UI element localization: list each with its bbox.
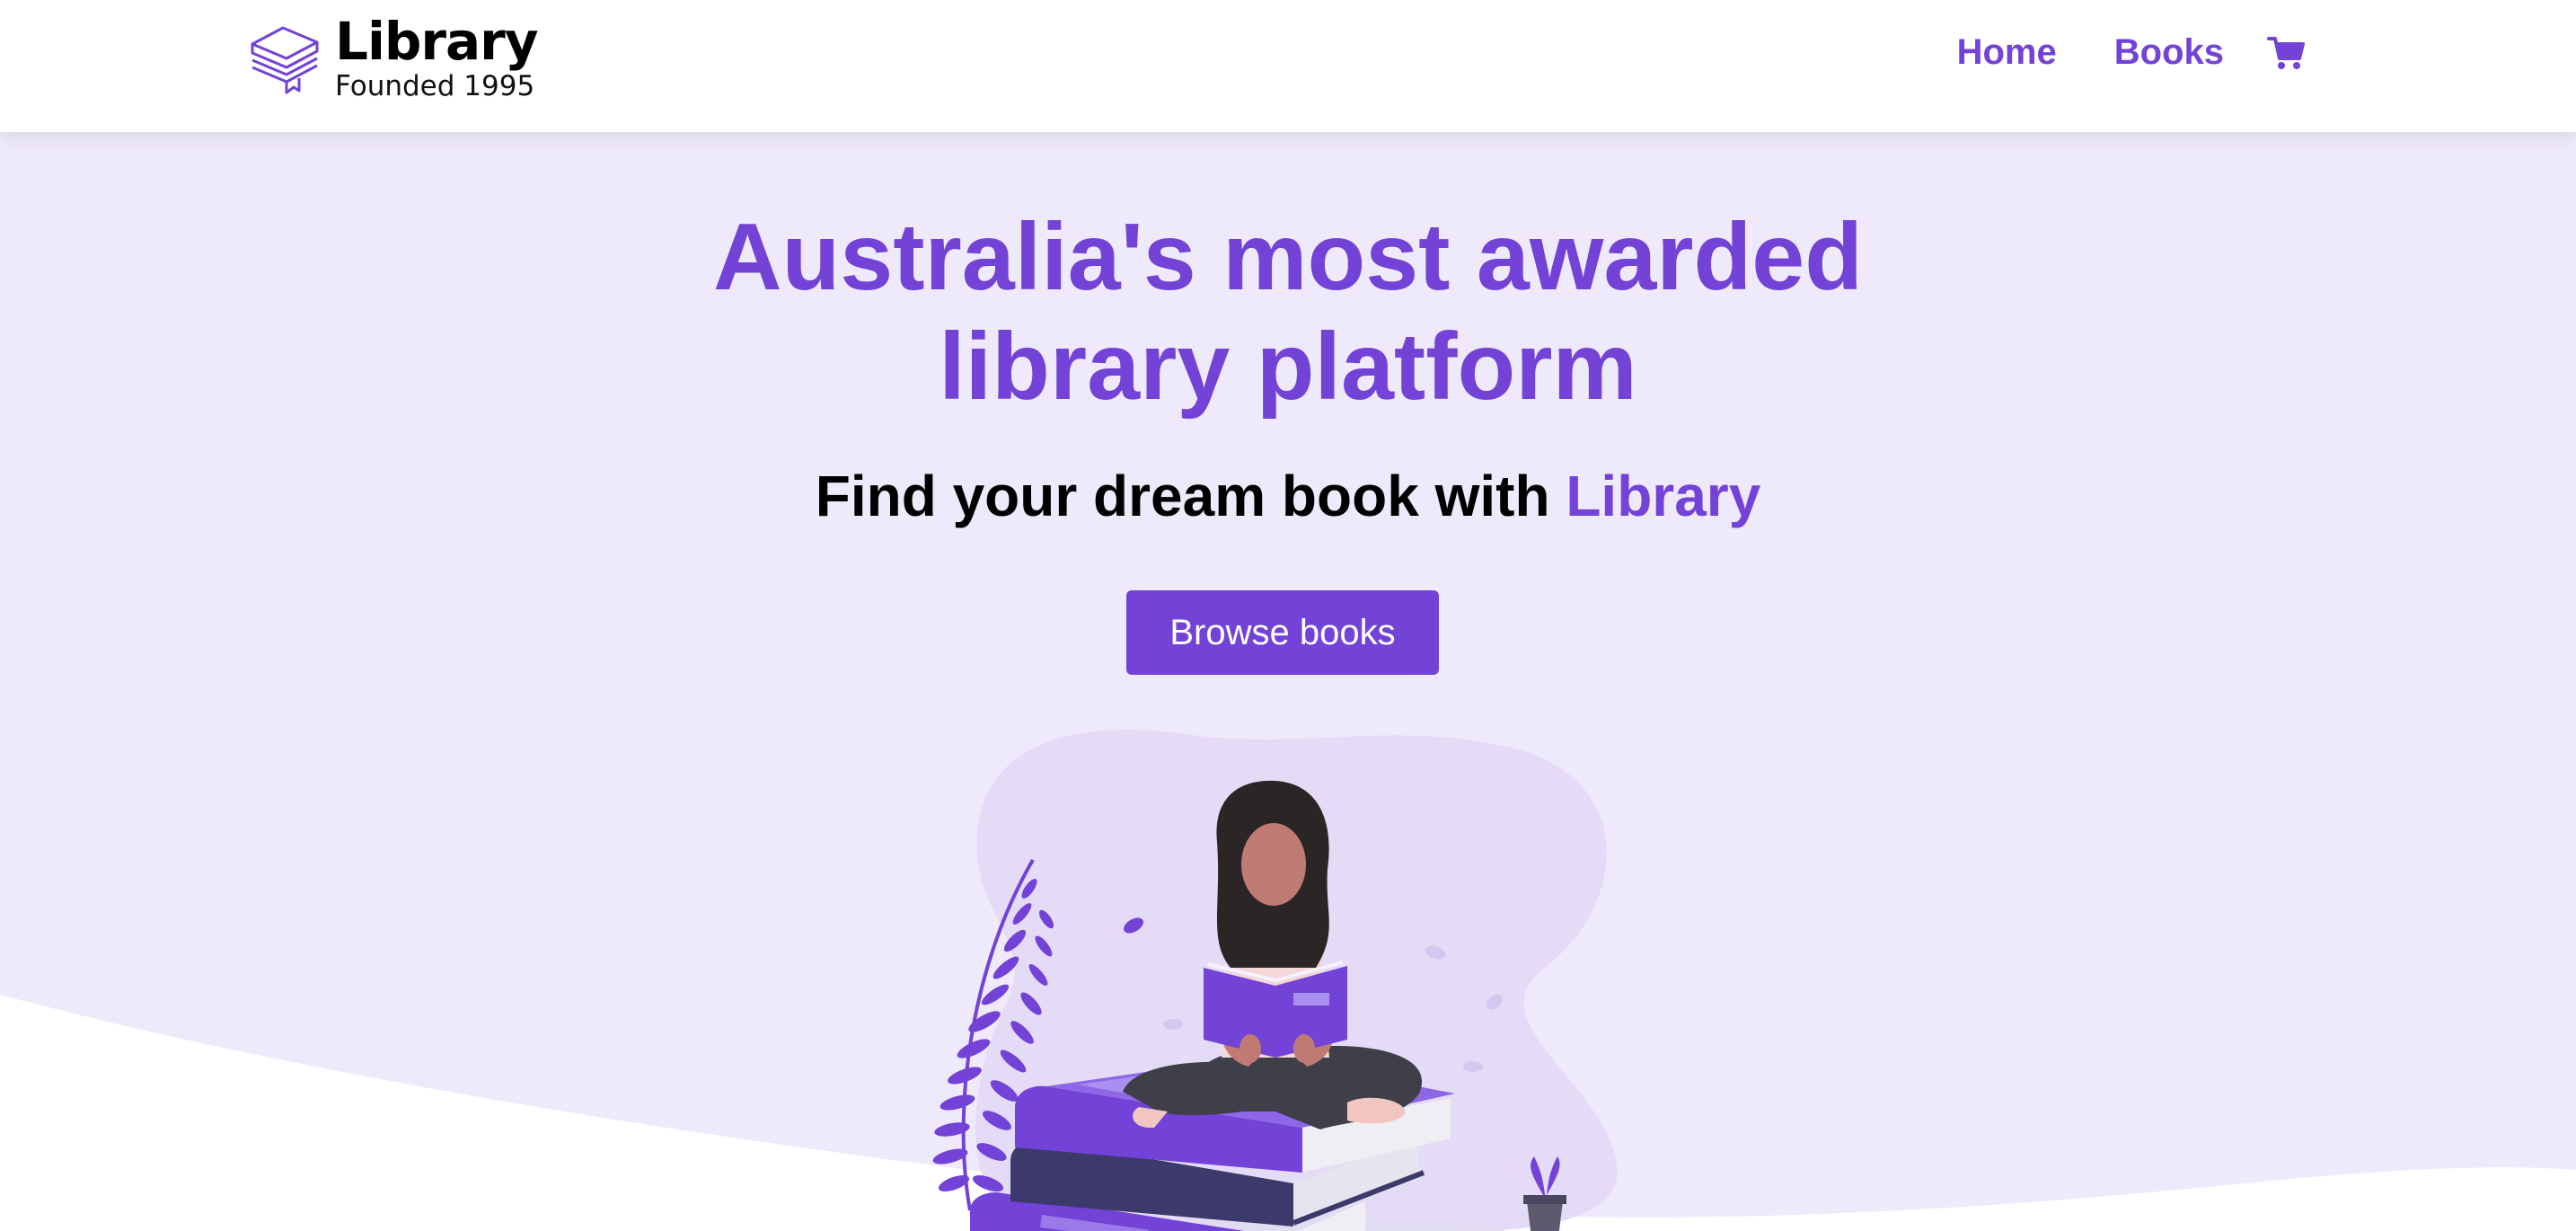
nav-link-home[interactable]: Home: [1957, 32, 2057, 73]
hero-title: Australia's most awarded library platfor…: [0, 202, 2576, 421]
logo-title: Library: [335, 11, 539, 72]
nav-link-books[interactable]: Books: [2114, 32, 2224, 73]
hero-section: Australia's most awarded library platfor…: [0, 132, 2576, 1231]
hero-subtitle-text: Find your dream book with: [815, 464, 1566, 528]
cart-icon[interactable]: [2267, 35, 2307, 71]
nav-links: Home Books: [1900, 32, 2307, 73]
hero-title-line1: Australia's most awarded: [713, 204, 1863, 310]
logo[interactable]: Library Founded 1995: [247, 11, 539, 102]
hero-title-line2: library platform: [939, 314, 1637, 420]
logo-subtitle: Founded 1995: [335, 70, 535, 102]
navbar: Library Founded 1995 Home Books: [0, 0, 2576, 132]
book-stack-icon: [251, 26, 319, 94]
hero-subtitle: Find your dream book with Library: [0, 460, 2576, 532]
browse-books-button[interactable]: Browse books: [1126, 590, 1439, 675]
woman-reading-on-books-illustration: [932, 730, 1618, 1231]
hero-subtitle-brand: Library: [1566, 464, 1761, 528]
